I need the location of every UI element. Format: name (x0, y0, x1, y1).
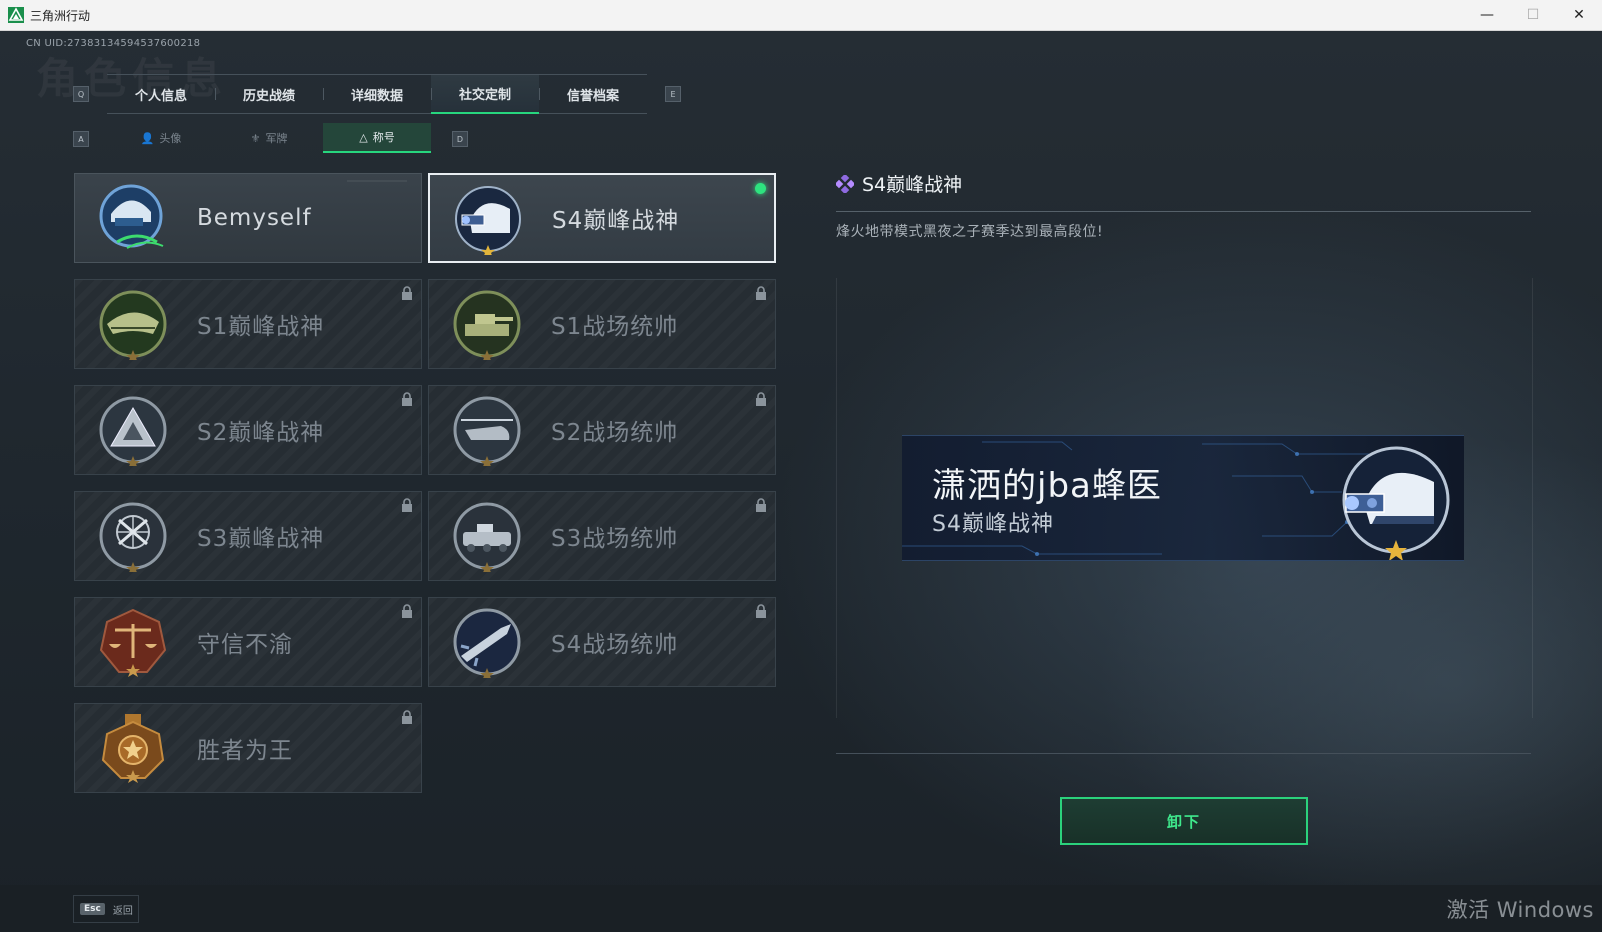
sub-tab-bar: 👤 头像 ⚜ 军牌 △ 称号 (107, 123, 431, 153)
scales-emblem-icon (99, 608, 167, 677)
medal-emblem-icon (101, 714, 165, 783)
title-card-label: S2巅峰战神 (197, 420, 325, 446)
game-screen: 角色信息 CN UID:2738313459453760021​8 Q 个人信息… (0, 31, 1602, 932)
subtab-title[interactable]: △ 称号 (323, 123, 431, 153)
title-card-label: S3巅峰战神 (197, 526, 325, 552)
title-card-s3-peak-god[interactable]: S3巅峰战神 (74, 491, 422, 581)
detail-header: S4巅峰战神 (836, 170, 962, 197)
unequip-button[interactable]: 卸下 (1060, 797, 1308, 845)
subtab-avatar[interactable]: 👤 头像 (107, 123, 215, 153)
helicopter-emblem-icon (453, 396, 521, 466)
window-titlebar: 三角洲行动 — ☐ ✕ (0, 0, 1602, 31)
maximize-button[interactable]: ☐ (1510, 0, 1556, 30)
title-card-s3-battlefield-commander[interactable]: S3战场统帅 (428, 491, 776, 581)
title-card-s2-peak-god[interactable]: S2巅峰战神 (74, 385, 422, 475)
tank-emblem-icon (453, 290, 521, 360)
window-controls: — ☐ ✕ (1464, 0, 1602, 30)
title-card-s2-battlefield-commander[interactable]: S2战场统帅 (428, 385, 776, 475)
detail-title: S4巅峰战神 (862, 174, 963, 196)
title-card-label: S2战场统帅 (551, 420, 679, 446)
subtab-dogtag[interactable]: ⚜ 军牌 (215, 123, 323, 153)
tab-detailed-stats[interactable]: 详细数据 (323, 75, 431, 113)
lock-icon (756, 604, 766, 618)
nightvision-helmet-emblem-icon (1342, 446, 1450, 560)
lock-icon (756, 392, 766, 406)
lock-icon (402, 392, 412, 406)
footer-bar: Esc 返回 激活 Windows (0, 885, 1602, 932)
window-title: 三角洲行动 (30, 8, 91, 23)
title-card-bemyself[interactable]: Bemyself (74, 173, 422, 263)
title-card-label: S4巅峰战神 (552, 208, 680, 234)
missile-emblem-icon (453, 608, 521, 678)
pyramid-emblem-icon (99, 396, 167, 466)
tab-credit-record[interactable]: 信誉档案 (539, 75, 647, 113)
title-card-label: Bemyself (197, 205, 312, 231)
lock-icon (756, 498, 766, 512)
title-card-label: S1战场统帅 (551, 314, 679, 340)
uid-label: CN UID:2738313459453760021​8 (26, 38, 201, 49)
player-nickname: 潇洒的jba蜂医 (932, 466, 1162, 506)
title-card-s1-peak-god[interactable]: S1巅峰战神 (74, 279, 422, 369)
close-button[interactable]: ✕ (1556, 0, 1602, 30)
lock-icon (756, 286, 766, 300)
banner-title-text: S4巅峰战神 (932, 512, 1054, 537)
tab-social-customization[interactable]: 社交定制 (431, 75, 539, 114)
title-card-winner-is-king[interactable]: 胜者为王 (74, 703, 422, 793)
title-card-keep-faith[interactable]: 守信不渝 (74, 597, 422, 687)
title-card-label: S1巅峰战神 (197, 314, 325, 340)
subtab-title-label: 称号 (372, 131, 395, 144)
title-card-label: S3战场统帅 (551, 526, 679, 552)
next-tab-key-hint[interactable]: E (665, 86, 681, 102)
title-card-s1-battlefield-commander[interactable]: S1战场统帅 (428, 279, 776, 369)
detail-description: 烽火地带模式黑夜之子赛季达到最高段位! (836, 224, 1104, 240)
globe-emblem-icon (99, 502, 167, 572)
lock-icon (402, 286, 412, 300)
nightvision-helmet-emblem-icon (455, 186, 521, 255)
lock-icon (402, 604, 412, 618)
prev-subtab-key-hint[interactable]: A (73, 131, 89, 147)
diamond-cluster-icon (836, 174, 854, 193)
prev-tab-key-hint[interactable]: Q (73, 86, 89, 102)
person-icon: 👤 (140, 131, 155, 145)
armored-vehicle-emblem-icon (453, 502, 521, 572)
subtab-avatar-label: 头像 (159, 132, 182, 145)
divider (836, 753, 1531, 754)
title-card-label: 胜者为王 (197, 738, 293, 764)
title-icon: △ (359, 130, 368, 144)
title-preview-banner: 潇洒的jba蜂医 S4巅峰战神 (902, 435, 1464, 561)
tab-match-history[interactable]: 历史战绩 (215, 75, 323, 113)
app-logo-icon (8, 7, 24, 23)
title-card-s4-battlefield-commander[interactable]: S4战场统帅 (428, 597, 776, 687)
windows-activation-watermark: 激活 Windows (1446, 898, 1594, 922)
title-card-label: S4战场统帅 (551, 632, 679, 658)
next-subtab-key-hint[interactable]: D (452, 131, 468, 147)
divider (836, 211, 1531, 212)
esc-key-hint: Esc (80, 903, 105, 915)
equipped-indicator (755, 183, 766, 194)
crocodile-emblem-icon (99, 290, 167, 360)
back-label: 返回 (112, 905, 133, 917)
card-decoration (347, 180, 407, 182)
title-card-label: 守信不渝 (197, 632, 293, 658)
subtab-dogtag-label: 军牌 (265, 132, 288, 145)
lock-icon (402, 710, 412, 724)
lock-icon (402, 498, 412, 512)
back-button[interactable]: Esc 返回 (73, 895, 139, 923)
helmet-signature-emblem-icon (99, 184, 164, 249)
tab-personal-info[interactable]: 个人信息 (107, 75, 215, 113)
title-card-s4-peak-god[interactable]: S4巅峰战神 (428, 173, 776, 263)
dogtag-icon: ⚜ (250, 131, 261, 145)
main-tab-bar: 个人信息 历史战绩 详细数据 社交定制 信誉档案 (107, 74, 647, 114)
minimize-button[interactable]: — (1464, 0, 1510, 30)
